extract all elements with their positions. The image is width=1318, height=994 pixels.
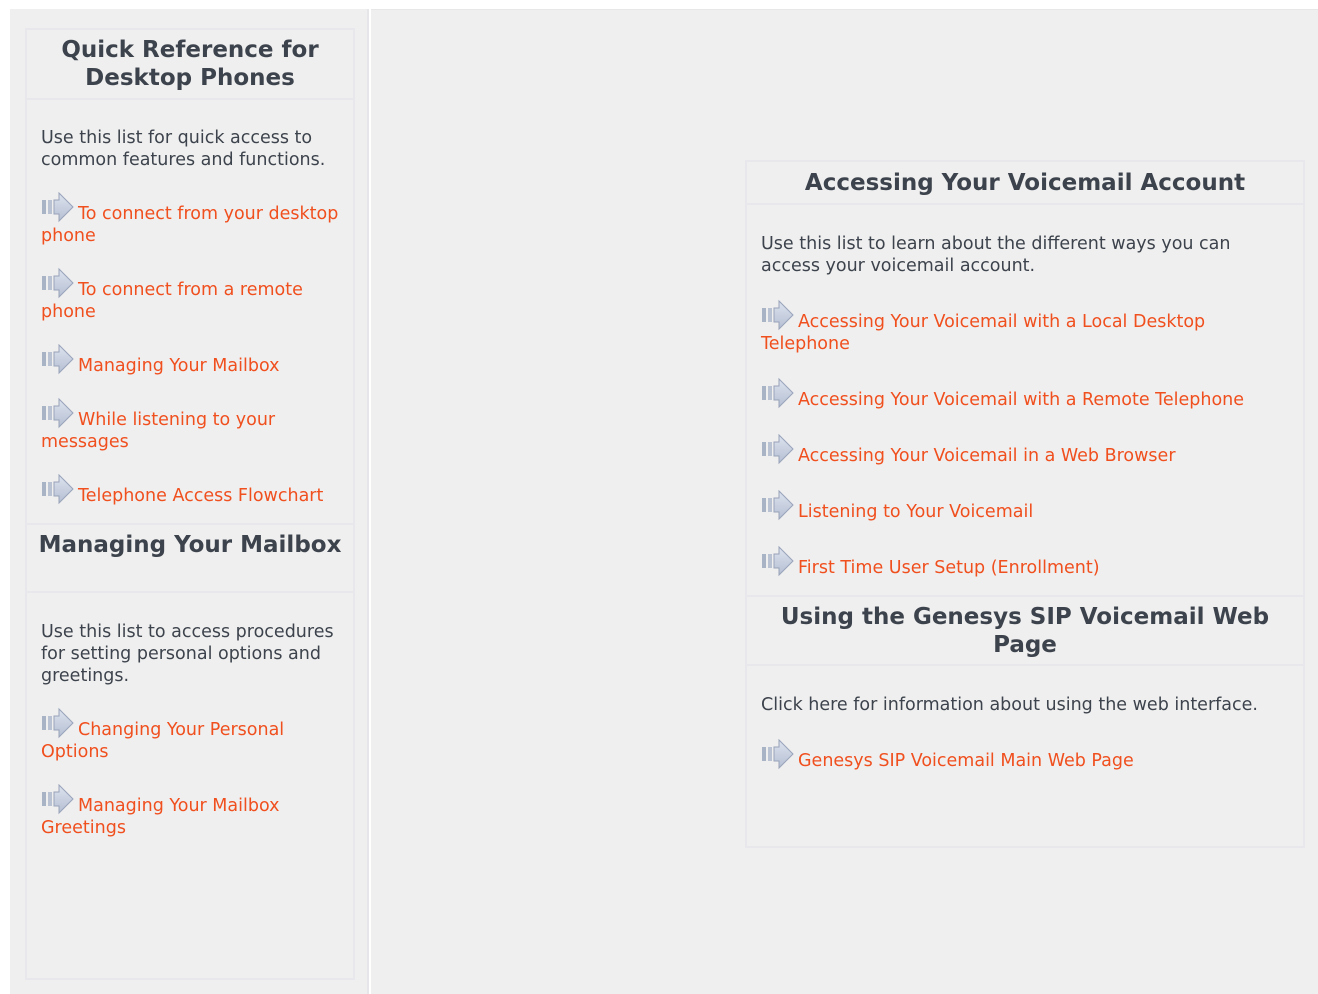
section-title-web-page: Using the Genesys SIP Voicemail Web Page (747, 595, 1303, 666)
link-voicemail-web-browser[interactable]: Accessing Your Voicemail in a Web Browse… (798, 446, 1176, 466)
quick-reference-panel: Quick Reference for Desktop Phones Use t… (25, 28, 355, 980)
list-item: While listening to your messages (41, 397, 339, 453)
arrow-right-icon (761, 433, 794, 465)
link-voicemail-local-desktop[interactable]: Accessing Your Voicemail with a Local De… (761, 312, 1205, 354)
arrow-right-icon (41, 267, 74, 299)
arrow-right-icon (41, 191, 74, 223)
web-page-body: Click here for information about using t… (747, 694, 1303, 772)
list-item: Accessing Your Voicemail in a Web Browse… (761, 433, 1289, 467)
voicemail-access-panel: Accessing Your Voicemail Account Use thi… (745, 160, 1305, 848)
arrow-right-icon (41, 707, 74, 739)
link-connect-remote-phone[interactable]: To connect from a remote phone (41, 280, 303, 322)
section-title-quick-reference: Quick Reference for Desktop Phones (27, 30, 353, 100)
link-connect-desktop-phone[interactable]: To connect from your desktop phone (41, 204, 338, 246)
arrow-right-icon (761, 738, 794, 770)
list-item: To connect from a remote phone (41, 267, 339, 323)
link-listening-voicemail[interactable]: Listening to Your Voicemail (798, 502, 1033, 522)
page: Quick Reference for Desktop Phones Use t… (0, 0, 1318, 994)
list-item: Managing Your Mailbox (41, 343, 339, 377)
link-telephone-access-flowchart[interactable]: Telephone Access Flowchart (78, 486, 323, 506)
arrow-right-icon (41, 783, 74, 815)
accessing-voicemail-description: Use this list to learn about the differe… (761, 234, 1231, 276)
list-item: First Time User Setup (Enrollment) (761, 545, 1289, 579)
arrow-right-icon (761, 299, 794, 331)
section-title-accessing-voicemail: Accessing Your Voicemail Account (747, 162, 1303, 205)
link-voicemail-main-web-page[interactable]: Genesys SIP Voicemail Main Web Page (798, 751, 1134, 771)
link-managing-mailbox-greetings[interactable]: Managing Your Mailbox Greetings (41, 796, 279, 838)
quick-reference-body: Use this list for quick access to common… (27, 127, 353, 507)
web-page-description: Click here for information about using t… (761, 695, 1258, 715)
list-item: Accessing Your Voicemail with a Remote T… (761, 377, 1289, 411)
arrow-right-icon (761, 545, 794, 577)
quick-reference-description: Use this list for quick access to common… (41, 128, 326, 170)
managing-mailbox-description: Use this list to access procedures for s… (41, 622, 334, 686)
list-item: Listening to Your Voicemail (761, 489, 1289, 523)
arrow-right-icon (41, 343, 74, 375)
list-item: Genesys SIP Voicemail Main Web Page (761, 738, 1289, 772)
link-changing-personal-options[interactable]: Changing Your Personal Options (41, 720, 284, 762)
accessing-voicemail-body: Use this list to learn about the differe… (747, 233, 1303, 579)
list-item: To connect from your desktop phone (41, 191, 339, 247)
list-item: Telephone Access Flowchart (41, 473, 339, 507)
arrow-right-icon (41, 397, 74, 429)
link-voicemail-remote-telephone[interactable]: Accessing Your Voicemail with a Remote T… (798, 390, 1244, 410)
section-title-managing-mailbox: Managing Your Mailbox (27, 523, 353, 593)
arrow-right-icon (761, 377, 794, 409)
arrow-right-icon (41, 473, 74, 505)
list-item: Changing Your Personal Options (41, 707, 339, 763)
list-item: Managing Your Mailbox Greetings (41, 783, 339, 839)
arrow-right-icon (761, 489, 794, 521)
link-first-time-setup[interactable]: First Time User Setup (Enrollment) (798, 558, 1100, 578)
managing-mailbox-body: Use this list to access procedures for s… (27, 621, 353, 839)
link-while-listening[interactable]: While listening to your messages (41, 410, 275, 452)
list-item: Accessing Your Voicemail with a Local De… (761, 299, 1289, 355)
link-managing-mailbox[interactable]: Managing Your Mailbox (78, 356, 279, 376)
